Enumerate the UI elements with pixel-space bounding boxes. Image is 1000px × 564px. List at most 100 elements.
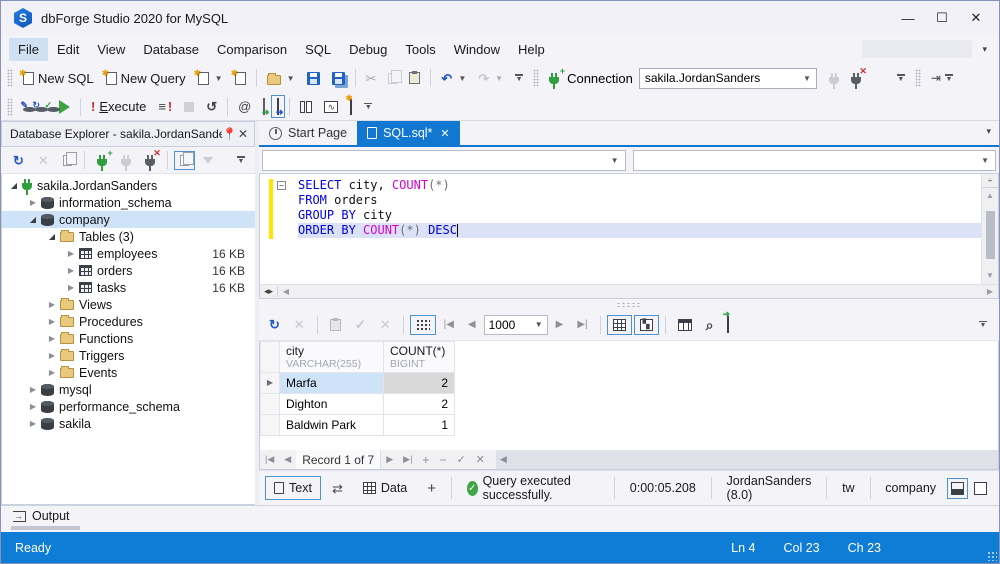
scrollbar-thumb[interactable]: [985, 211, 995, 259]
menu-database[interactable]: Database: [134, 38, 208, 61]
tab-sql-document[interactable]: SQL.sql* ✕: [357, 121, 460, 145]
scroll-left-icon[interactable]: ◀: [278, 287, 294, 296]
cut-button[interactable]: ✂: [360, 68, 383, 89]
tree-item-employees[interactable]: ▶ employees 16 KB: [2, 245, 255, 262]
grid-row[interactable]: Baldwin Park 1: [260, 413, 455, 436]
toolbar-grip[interactable]: [914, 69, 921, 87]
tree-item-information-schema[interactable]: ▶ information_schema: [2, 194, 255, 211]
scroll-up-icon[interactable]: ▲: [986, 188, 994, 203]
cell-count[interactable]: 1: [383, 413, 455, 436]
code-line-2[interactable]: FROM orders: [298, 193, 981, 208]
expander-closed-icon[interactable]: ▶: [27, 419, 39, 428]
cell-city[interactable]: Marfa: [279, 371, 384, 394]
expander-closed-icon[interactable]: ▶: [65, 266, 77, 275]
text-view-tab[interactable]: Text: [265, 476, 321, 500]
code-line-3[interactable]: GROUP BY city: [298, 208, 981, 223]
export-script-button[interactable]: ➜: [257, 95, 271, 118]
delete-record-icon[interactable]: −: [434, 453, 451, 467]
page-size-combobox[interactable]: 1000 ▼: [483, 314, 548, 335]
tree-item-views[interactable]: ▶ Views: [2, 296, 255, 313]
code-area[interactable]: SELECT city, COUNT(*) FROM orders GROUP BY…: [298, 178, 981, 284]
execute-button[interactable]: ! Execute: [85, 95, 152, 118]
grid-row[interactable]: Dighton 2: [260, 392, 455, 415]
query-profiler-button[interactable]: ∿: [318, 97, 344, 117]
scroll-down-icon[interactable]: ▼: [986, 268, 994, 284]
results-to-grid-button[interactable]: ➜: [271, 95, 286, 118]
row-selector[interactable]: [260, 413, 280, 436]
redo-dropdown-icon[interactable]: ▼: [495, 74, 503, 83]
results-grid[interactable]: city VARCHAR(255) COUNT(*) BIGINT ▶ Marfa 2 Di…: [259, 340, 999, 450]
row-selector[interactable]: ▶: [260, 371, 280, 394]
new-query-button[interactable]: ✱ New Query: [100, 67, 192, 90]
last-record-icon[interactable]: ▶|: [398, 454, 417, 465]
tree-item-orders[interactable]: ▶ orders 16 KB: [2, 262, 255, 279]
menu-edit[interactable]: Edit: [48, 38, 88, 61]
next-page-button[interactable]: ▶: [550, 316, 570, 334]
explorer-filter-button[interactable]: [197, 153, 219, 168]
expander-closed-icon[interactable]: ▶: [27, 402, 39, 411]
tree-item-tables-3-[interactable]: ◢ Tables (3): [2, 228, 255, 245]
save-all-button[interactable]: [326, 68, 351, 89]
expander-closed-icon[interactable]: ▶: [65, 249, 77, 258]
tree-item-company[interactable]: ◢ company: [2, 211, 255, 228]
results-overflow-button[interactable]: ▼: [973, 317, 993, 333]
row-selector[interactable]: [260, 392, 280, 415]
code-line-4[interactable]: ORDER BY COUNT(*) DESC: [298, 223, 981, 238]
format-button[interactable]: ⇥ ▼: [925, 68, 959, 88]
toolbar-overflow-button[interactable]: ▼: [509, 70, 529, 86]
toolbar-grip[interactable]: [7, 97, 13, 116]
expander-closed-icon[interactable]: ▶: [46, 317, 58, 326]
tab-start-page[interactable]: Start Page: [259, 121, 357, 145]
save-button[interactable]: [301, 68, 326, 89]
output-tab[interactable]: → Output: [11, 509, 80, 530]
scroll-left-icon[interactable]: ◀: [500, 454, 507, 465]
card-view-button[interactable]: ▚: [633, 314, 659, 335]
explorer-disconnect-button[interactable]: ✕: [139, 148, 161, 171]
explorer-refresh-button[interactable]: ↻: [7, 150, 30, 171]
quick-access-box[interactable]: [862, 40, 973, 58]
edit-connection-button[interactable]: ✎: [17, 100, 29, 111]
minimize-button[interactable]: —: [891, 5, 925, 31]
pin-icon[interactable]: 📍: [222, 127, 237, 141]
data-view-tab[interactable]: Data: [354, 476, 416, 500]
open-dropdown-icon[interactable]: ▼: [287, 74, 295, 83]
commit-button[interactable]: [324, 315, 347, 335]
disconnect-button[interactable]: ✕: [845, 66, 867, 89]
menu-tools[interactable]: Tools: [396, 38, 444, 61]
new-connection-button[interactable]: +: [543, 66, 565, 89]
paste-button[interactable]: [403, 68, 426, 88]
connection-overflow-button[interactable]: ▼: [891, 70, 911, 86]
grid-view-button[interactable]: [606, 314, 632, 335]
members-combobox[interactable]: ▼: [632, 149, 996, 171]
cell-city[interactable]: Dighton: [279, 392, 384, 415]
undo-dropdown-icon[interactable]: ▼: [458, 74, 466, 83]
menu-debug[interactable]: Debug: [340, 38, 396, 61]
find-button[interactable]: ⌕: [700, 314, 720, 336]
column-header-city[interactable]: city VARCHAR(255): [279, 340, 384, 373]
expander-closed-icon[interactable]: ▶: [46, 334, 58, 343]
expander-open-icon[interactable]: ◢: [8, 181, 20, 190]
close-button[interactable]: ✕: [959, 5, 993, 31]
undo-button[interactable]: ↶ ▼: [435, 68, 472, 89]
results-splitter[interactable]: [259, 299, 999, 310]
add-view-button[interactable]: +: [418, 476, 445, 501]
grid-horizontal-scrollbar[interactable]: ◀: [495, 450, 998, 469]
dock-results-button[interactable]: [947, 477, 969, 499]
tree-item-functions[interactable]: ▶ Functions: [2, 330, 255, 347]
split-editor-horizontal-icon[interactable]: ◂▸: [260, 285, 278, 297]
prev-page-button[interactable]: ◀: [462, 316, 482, 334]
new-document-button[interactable]: ✱ ▼: [192, 68, 229, 89]
expander-closed-icon[interactable]: ▶: [46, 368, 58, 377]
expander-open-icon[interactable]: ◢: [27, 215, 39, 224]
copy-button[interactable]: [382, 69, 403, 88]
tree-item-triggers[interactable]: ▶ Triggers: [2, 347, 255, 364]
redo-button[interactable]: ↷ ▼: [472, 68, 509, 89]
code-line-1[interactable]: SELECT city, COUNT(*): [298, 178, 981, 193]
explorer-overflow-button[interactable]: ▼: [231, 152, 251, 168]
open-file-button[interactable]: ▼: [261, 68, 301, 89]
connect-button[interactable]: [823, 68, 845, 89]
menu-comparison[interactable]: Comparison: [208, 38, 296, 61]
explorer-delete-button[interactable]: ✕: [32, 150, 55, 171]
new-file-button[interactable]: ✱: [229, 68, 252, 89]
sql-editor[interactable]: − SELECT city, COUNT(*) FROM orders GROUP …: [259, 173, 999, 284]
